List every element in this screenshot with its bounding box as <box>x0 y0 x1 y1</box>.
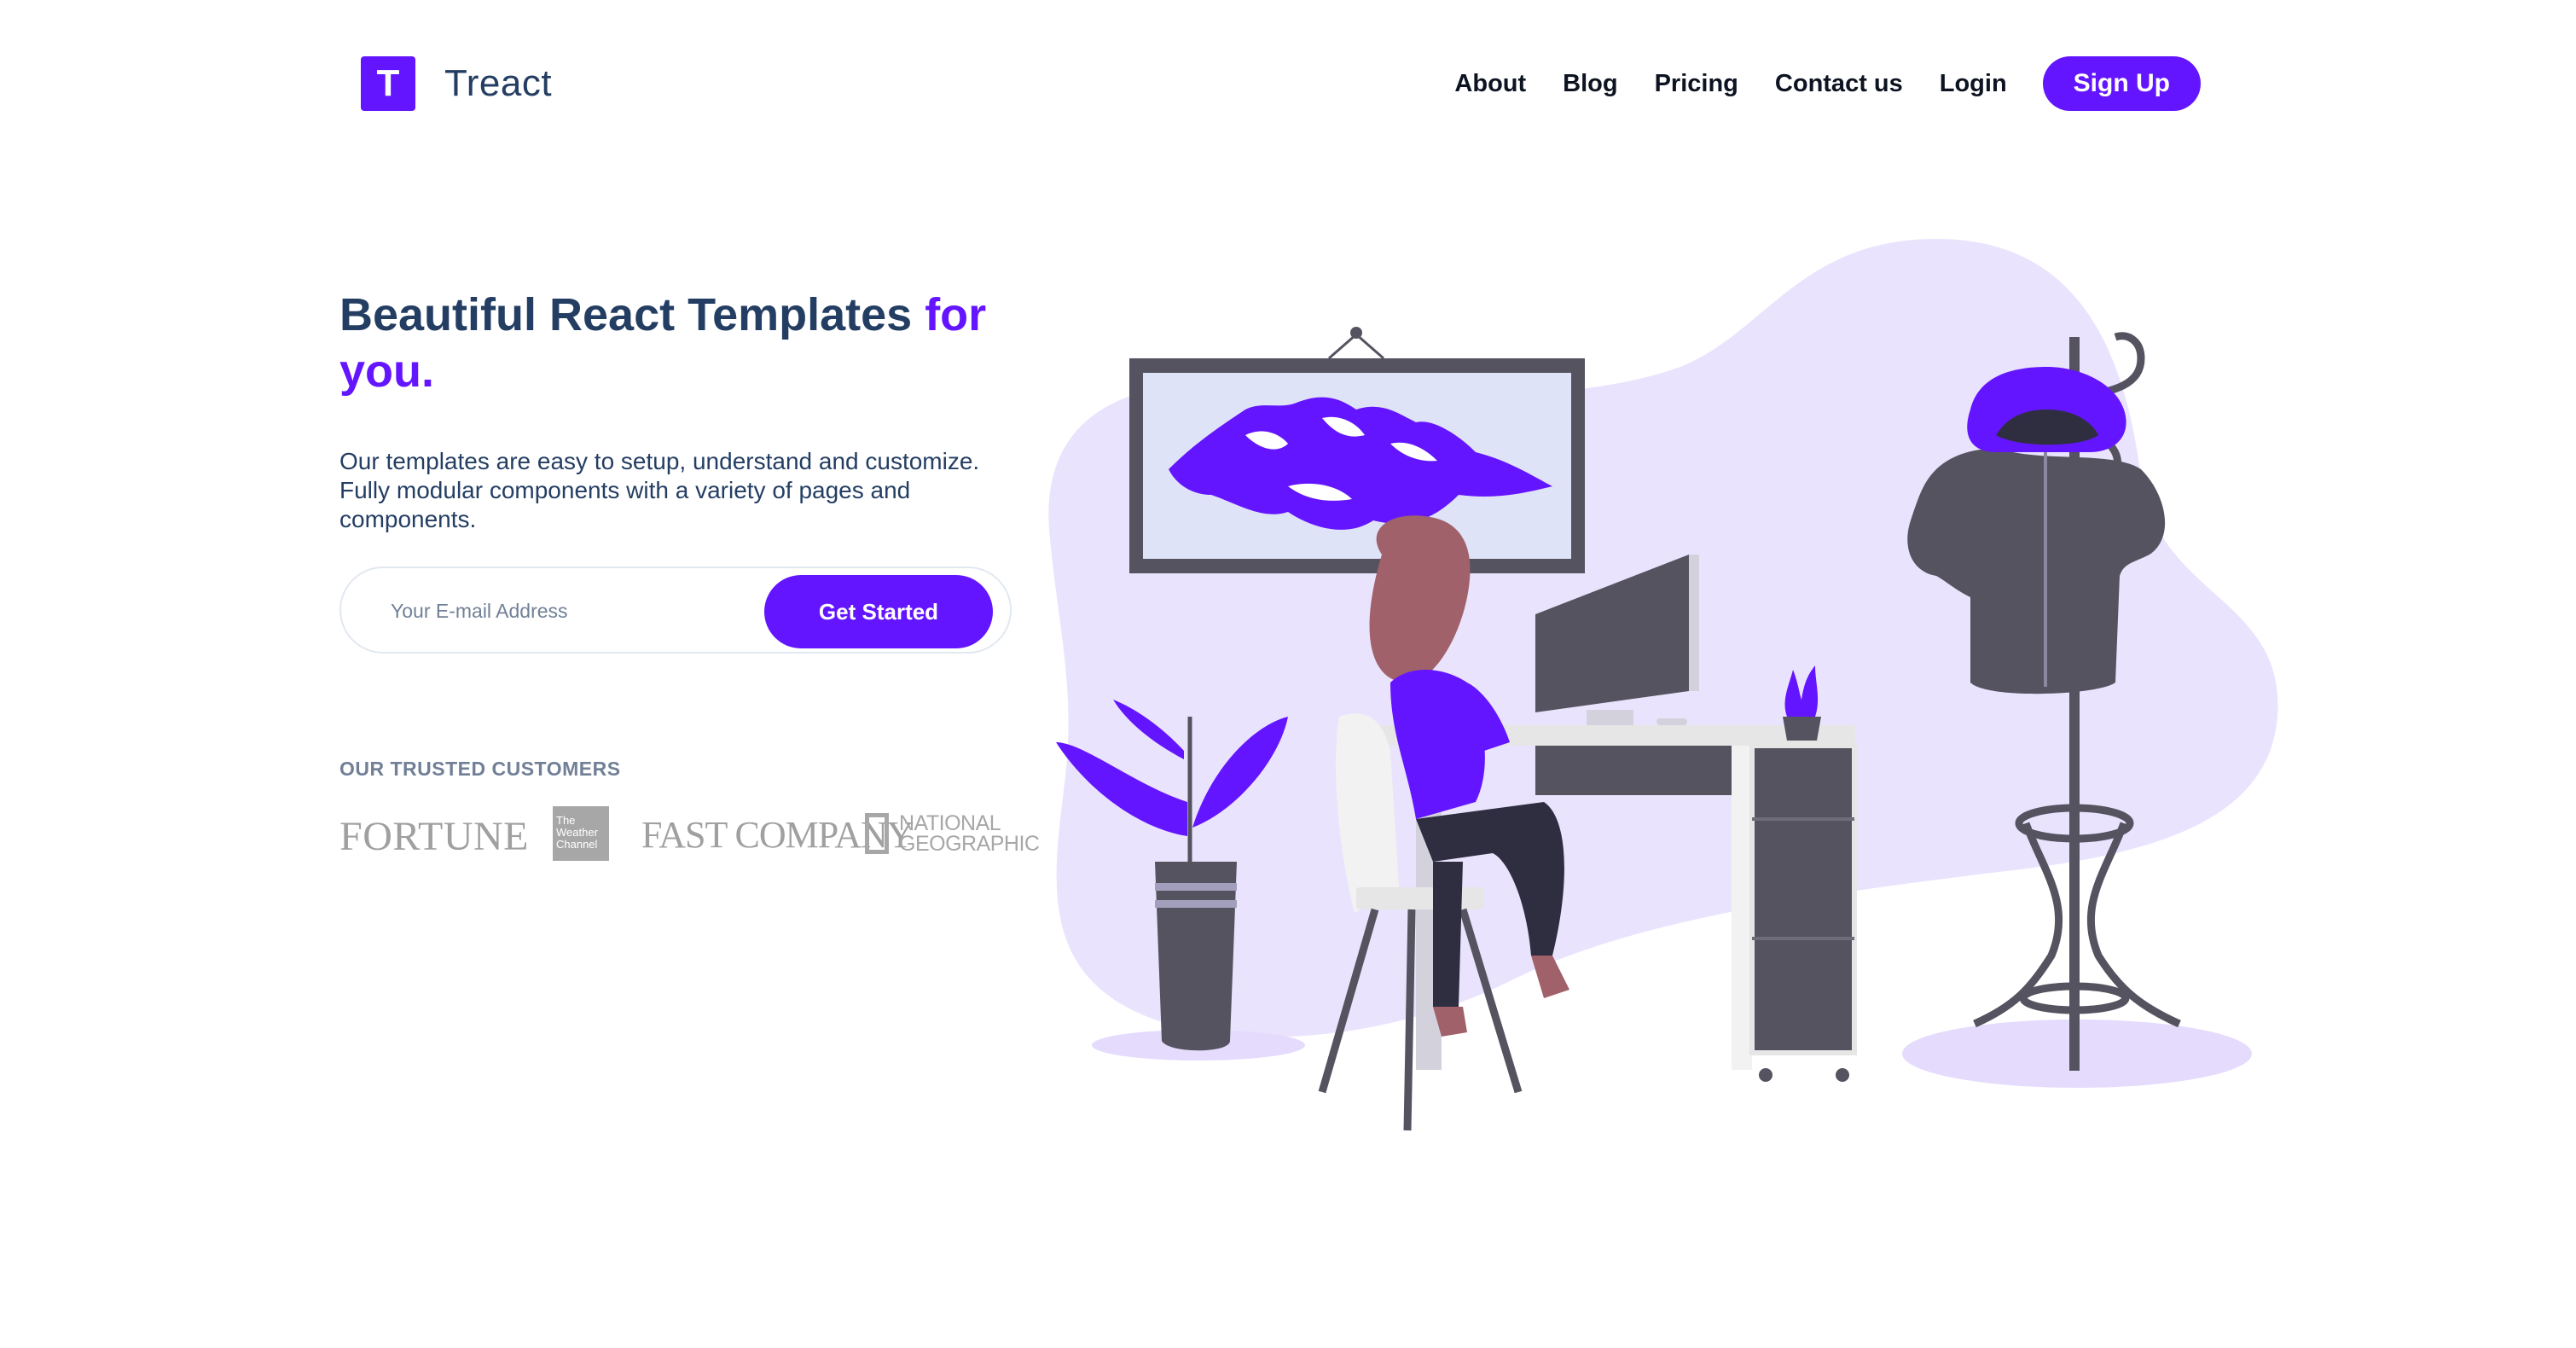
nav-link-pricing[interactable]: Pricing <box>1655 70 1738 98</box>
hero-content: Beautiful React Templates for you. Our t… <box>339 287 1022 654</box>
hero-heading: Beautiful React Templates for you. <box>339 287 1022 399</box>
hero-illustration <box>1048 239 2278 1131</box>
nav-link-contact[interactable]: Contact us <box>1775 70 1903 98</box>
hero-description: Our templates are easy to setup, underst… <box>339 448 980 532</box>
brand-name: Treact <box>444 62 553 104</box>
national-geographic-logo: NATIONAL GEOGRAPHIC <box>865 806 1040 861</box>
brand-logo[interactable]: T Treact <box>361 56 552 111</box>
email-input[interactable] <box>389 568 751 654</box>
fortune-logo: FORTUNE <box>339 814 529 859</box>
get-started-button[interactable]: Get Started <box>764 575 993 648</box>
hero-heading-main: Beautiful React Templates <box>339 289 925 340</box>
email-signup-form: Get Started <box>339 567 1012 654</box>
nav-link-login[interactable]: Login <box>1940 70 2007 98</box>
landing-page: T Treact About Blog Pricing Contact us L… <box>0 0 2576 1348</box>
nav-link-blog[interactable]: Blog <box>1563 70 1617 98</box>
customer-logos: FORTUNE The Weather Channel FAST COMPANY… <box>339 806 1040 861</box>
site-header: T Treact About Blog Pricing Contact us L… <box>361 55 2201 113</box>
nav-link-about[interactable]: About <box>1454 70 1526 98</box>
logo-icon: T <box>361 56 415 111</box>
natgeo-frame-icon <box>865 813 889 854</box>
main-nav: About Blog Pricing Contact us Login Sign… <box>1418 56 2201 111</box>
trusted-customers-label: OUR TRUSTED CUSTOMERS <box>339 758 621 780</box>
weather-channel-logo: The Weather Channel <box>553 806 609 861</box>
wall-painting <box>1129 327 1585 573</box>
natgeo-wordmark: NATIONAL GEOGRAPHIC <box>899 811 1040 856</box>
signup-button[interactable]: Sign Up <box>2042 56 2201 111</box>
